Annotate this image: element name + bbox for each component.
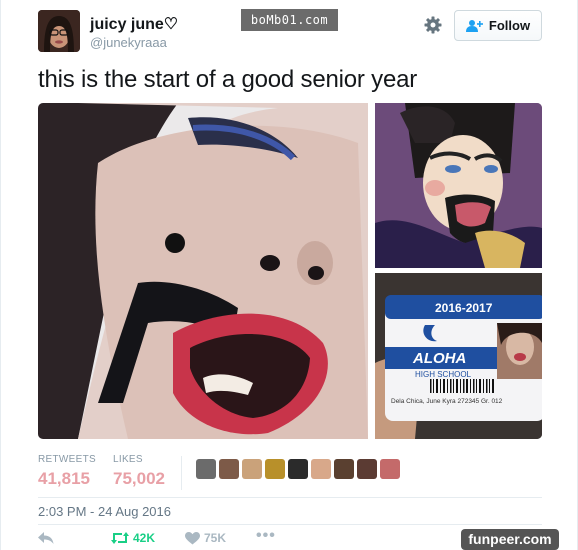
tweet-text: this is the start of a good senior year <box>38 66 418 93</box>
add-user-icon <box>465 19 483 32</box>
tweet-media[interactable]: 2016-2017 ALOHA HIGH SCHOOL Dela Chica, … <box>38 103 542 439</box>
retweets-label: RETWEETS <box>38 454 96 465</box>
tweet-actions: 42K 75K ••• <box>38 527 338 547</box>
watermark-bottom: funpeer.com <box>461 529 559 550</box>
photo-id-card[interactable]: 2016-2017 ALOHA HIGH SCHOOL Dela Chica, … <box>375 273 542 439</box>
gear-icon[interactable] <box>423 15 443 35</box>
liker-avatars <box>196 459 400 479</box>
divider <box>38 524 542 525</box>
retweet-button[interactable]: 42K <box>111 531 155 545</box>
liker-avatar[interactable] <box>380 459 400 479</box>
liker-avatar[interactable] <box>334 459 354 479</box>
engagement-stats: RETWEETS 41,815 LIKES 75,002 <box>38 454 542 494</box>
tweet-card: juicy june♡ @junekyraaa boMb01.com Follo… <box>0 0 578 550</box>
liker-avatar[interactable] <box>242 459 262 479</box>
likes-stat[interactable]: LIKES 75,002 <box>113 454 165 489</box>
id-card-school: ALOHA <box>412 350 466 367</box>
liker-avatar[interactable] <box>357 459 377 479</box>
liker-avatar[interactable] <box>265 459 285 479</box>
user-handle[interactable]: @junekyraaa <box>90 35 167 50</box>
like-count: 75K <box>204 531 227 545</box>
more-options-button[interactable]: ••• <box>256 527 276 545</box>
avatar[interactable] <box>38 10 80 52</box>
watermark-top: boMb01.com <box>241 9 338 31</box>
divider <box>38 497 542 498</box>
photo-face-makeup[interactable] <box>38 103 368 439</box>
retweets-value: 41,815 <box>38 469 90 488</box>
retweets-stat[interactable]: RETWEETS 41,815 <box>38 454 96 489</box>
heart-icon <box>185 531 200 544</box>
liker-avatar[interactable] <box>311 459 331 479</box>
follow-button[interactable]: Follow <box>454 10 542 41</box>
likes-value: 75,002 <box>113 469 165 488</box>
reply-icon <box>38 532 54 544</box>
liker-avatar[interactable] <box>196 459 216 479</box>
liker-avatar[interactable] <box>288 459 308 479</box>
id-card-name-line: Dela Chica, June Kyra 272345 Gr. 012 <box>391 398 503 405</box>
retweet-count: 42K <box>133 531 156 545</box>
reply-button[interactable] <box>38 531 54 545</box>
photo-cartoon-character[interactable] <box>375 103 542 268</box>
follow-button-label: Follow <box>488 18 531 33</box>
stats-divider <box>181 456 182 490</box>
id-card-year: 2016-2017 <box>435 301 493 315</box>
retweet-icon <box>111 532 129 544</box>
like-button[interactable]: 75K <box>185 531 226 545</box>
liker-avatar[interactable] <box>219 459 239 479</box>
tweet-timestamp[interactable]: 2:03 PM - 24 Aug 2016 <box>38 504 171 519</box>
likes-label: LIKES <box>113 454 143 465</box>
display-name[interactable]: juicy june♡ <box>90 14 178 34</box>
id-card-school-sub: HIGH SCHOOL <box>415 370 472 379</box>
